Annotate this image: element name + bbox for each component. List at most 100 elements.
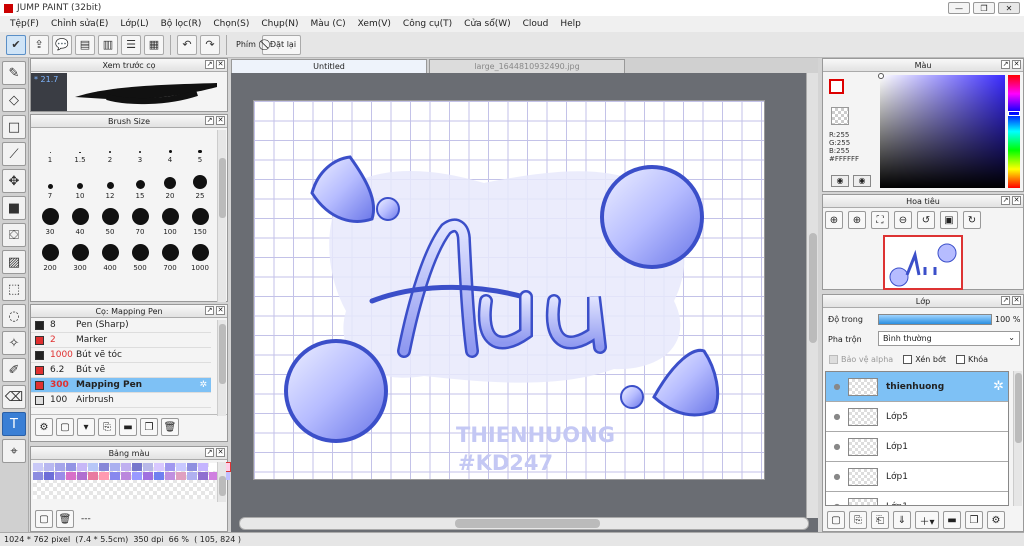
trash-icon[interactable]: 🗑 — [56, 510, 74, 528]
rectangle-tool-icon[interactable]: □ — [2, 115, 26, 139]
pen-list-item[interactable]: 8 Pen (Sharp) — [31, 318, 211, 333]
palette-swatch[interactable] — [88, 472, 98, 480]
close-icon[interactable]: ✕ — [1012, 60, 1021, 69]
layer-row[interactable]: ● Lớp1 — [826, 432, 1008, 462]
protect-alpha-option[interactable]: Bảo vệ alpha — [829, 355, 893, 364]
trash-icon[interactable]: 🗑 — [161, 418, 179, 436]
share-icon[interactable]: ⇪ — [29, 34, 49, 55]
layer-row[interactable]: ● Lớp1 — [826, 462, 1008, 492]
float-icon[interactable]: ↗ — [1001, 296, 1010, 305]
palette-swatch[interactable] — [44, 472, 54, 480]
select-rect-tool-icon[interactable]: ⬚ — [2, 277, 26, 301]
palette-swatch[interactable] — [198, 472, 208, 480]
palette-swatch[interactable] — [88, 463, 98, 471]
palette-swatch[interactable] — [143, 472, 153, 480]
undo-icon[interactable]: ↶ — [177, 34, 197, 55]
layer-row[interactable]: ● Lớp5 — [826, 402, 1008, 432]
palette-swatch[interactable] — [154, 472, 164, 480]
palette-swatch[interactable] — [110, 463, 120, 471]
palette-swatch[interactable] — [176, 472, 186, 480]
lock-option[interactable]: Khóa — [955, 355, 988, 364]
zoom-out-icon[interactable]: ⊖ — [894, 211, 912, 229]
brush-size-cell[interactable]: 5 — [185, 130, 215, 164]
copy-layer-icon[interactable]: ⎘ — [849, 511, 867, 529]
canvas-horizontal-scrollbar[interactable] — [239, 517, 809, 530]
brush-size-cell[interactable]: 12 — [95, 166, 125, 200]
layer-row[interactable]: ● thienhuong ✲ — [826, 372, 1008, 402]
gradient-tool-icon[interactable]: ▨ — [2, 250, 26, 274]
brush-size-cell[interactable]: 10 — [65, 166, 95, 200]
float-icon[interactable]: ↗ — [1001, 60, 1010, 69]
dropper-tool-icon[interactable]: ⌖ — [2, 439, 26, 463]
float-icon[interactable]: ↗ — [1001, 196, 1010, 205]
brush-size-cell[interactable]: 500 — [125, 238, 155, 272]
palette-swatch[interactable] — [66, 472, 76, 480]
float-icon[interactable]: ↗ — [205, 306, 214, 315]
close-icon[interactable]: ✕ — [216, 448, 225, 457]
palette-swatch[interactable] — [154, 463, 164, 471]
hue-slider[interactable] — [1008, 75, 1020, 188]
brush-size-cell[interactable]: 300 — [65, 238, 95, 272]
palette-swatch[interactable] — [77, 472, 87, 480]
float-icon[interactable]: ↗ — [205, 448, 214, 457]
brush-size-cell[interactable]: 40 — [65, 202, 95, 236]
message-icon[interactable]: ▤ — [75, 34, 95, 55]
tool-settings-icon[interactable]: ⚙ — [35, 418, 53, 436]
brush-size-cell[interactable]: 150 — [185, 202, 215, 236]
pen-list-item[interactable]: 100 Airbrush — [31, 393, 211, 408]
palette-swatch[interactable] — [187, 472, 197, 480]
lasso-tool-icon[interactable]: ◌ — [2, 304, 26, 328]
restore-button[interactable]: ❐ — [973, 2, 995, 14]
brush-size-cell[interactable]: 700 — [155, 238, 185, 272]
menu-edit[interactable]: Chỉnh sửa(E) — [45, 19, 114, 29]
brush-size-cell[interactable]: 30 — [35, 202, 65, 236]
folder-icon[interactable]: ▬ — [943, 511, 961, 529]
brush-size-cell[interactable]: 20 — [155, 166, 185, 200]
palette-swatch[interactable] — [33, 472, 43, 480]
fit-screen-icon[interactable]: ⛶ — [871, 211, 889, 229]
visibility-icon[interactable]: ● — [826, 382, 848, 391]
close-icon[interactable]: ✕ — [216, 116, 225, 125]
document-icon[interactable]: ▥ — [98, 34, 118, 55]
gear-icon[interactable]: ✲ — [993, 379, 1004, 394]
visibility-icon[interactable]: ● — [826, 412, 848, 421]
duplicate-icon[interactable]: ❐ — [140, 418, 158, 436]
brush-tool-icon[interactable]: ✎ — [2, 61, 26, 85]
menu-view[interactable]: Xem(V) — [352, 19, 397, 29]
menu-capture[interactable]: Chụp(N) — [255, 19, 304, 29]
eraser-tool-icon[interactable]: ◇ — [2, 88, 26, 112]
visibility-icon[interactable]: ● — [826, 442, 848, 451]
magic-wand-tool-icon[interactable]: ✧ — [2, 331, 26, 355]
navigator-thumbnail[interactable] — [883, 235, 963, 290]
brush-size-cell[interactable]: 7 — [35, 166, 65, 200]
rotate-left-icon[interactable]: ↺ — [917, 211, 935, 229]
list-icon[interactable]: ☰ — [121, 34, 141, 55]
float-icon[interactable]: ↗ — [205, 60, 214, 69]
brush-size-cell[interactable]: 25 — [185, 166, 215, 200]
close-icon[interactable]: ✕ — [1012, 296, 1021, 305]
bucket-tool-icon[interactable]: ⛋ — [2, 223, 26, 247]
brush-size-cell[interactable]: 1.5 — [65, 130, 95, 164]
palette-swatch[interactable] — [132, 472, 142, 480]
drawing-canvas[interactable]: THIENHUONG #KD247 — [253, 100, 765, 480]
brush-size-cell[interactable]: 15 — [125, 166, 155, 200]
zoom-in-small-icon[interactable]: ⊕ — [848, 211, 866, 229]
palette-swatch[interactable] — [187, 463, 197, 471]
palette-swatch[interactable] — [121, 472, 131, 480]
saturation-value-picker[interactable] — [880, 75, 1005, 188]
folder-icon[interactable]: ▬ — [119, 418, 137, 436]
opacity-slider[interactable] — [878, 314, 992, 325]
palette-swatch[interactable] — [165, 472, 175, 480]
color-settings-button[interactable]: ◉ — [853, 175, 871, 187]
brush-size-cell[interactable]: 2 — [95, 130, 125, 164]
cloud-check-icon[interactable]: ✔ — [6, 34, 26, 55]
menu-file[interactable]: Tệp(F) — [4, 19, 45, 29]
brush-size-cell[interactable]: 3 — [125, 130, 155, 164]
new-swatch-icon[interactable]: ▢ — [35, 510, 53, 528]
palette-swatch[interactable] — [99, 463, 109, 471]
brush-size-cell[interactable]: 100 — [155, 202, 185, 236]
pen-list-item[interactable]: 300 Mapping Pen ✲ — [31, 378, 211, 393]
text-tool-icon[interactable]: T — [2, 412, 26, 436]
menu-window[interactable]: Cửa sổ(W) — [458, 19, 516, 29]
palette-swatch[interactable] — [55, 472, 65, 480]
